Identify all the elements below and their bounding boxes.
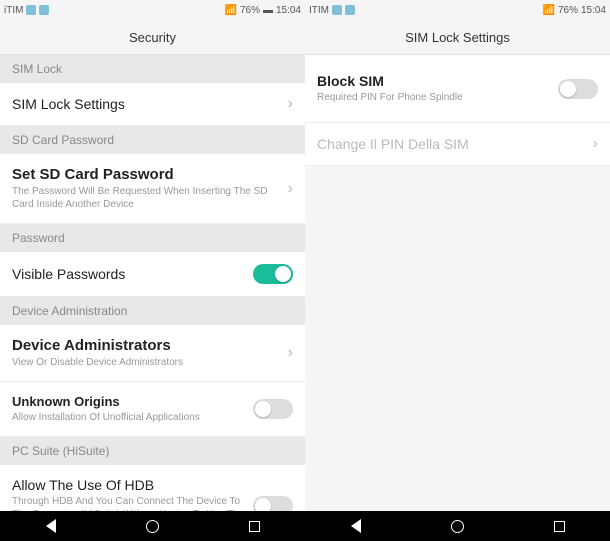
section-password: Password: [0, 224, 305, 252]
status-bar: iTIM 📶 76% ▬ 15:04: [0, 0, 305, 20]
clock: 15:04: [581, 5, 606, 16]
row-sim-lock-settings[interactable]: SIM Lock Settings ›: [0, 83, 305, 126]
chevron-right-icon: ›: [280, 344, 293, 362]
toggle-unknown-origins[interactable]: [253, 399, 293, 419]
chevron-right-icon: ›: [280, 180, 293, 198]
app-icon: [26, 5, 36, 15]
app-icon: [332, 5, 342, 15]
toggle-allow-hdb[interactable]: [253, 496, 293, 512]
section-sd-card-password: SD Card Password: [0, 126, 305, 154]
toggle-visible-passwords[interactable]: [253, 264, 293, 284]
row-unknown-origins[interactable]: Unknown Origins Allow Installation Of Un…: [0, 382, 305, 437]
page-title: SIM Lock Settings: [305, 20, 610, 55]
section-device-admin: Device Administration: [0, 297, 305, 325]
chevron-right-icon: ›: [280, 95, 293, 113]
section-pc-suite: PC Suite (HiSuite): [0, 437, 305, 465]
android-navbar: [0, 511, 610, 541]
security-screen: iTIM 📶 76% ▬ 15:04 Security SIM Lock SIM…: [0, 0, 305, 511]
battery-pct: 76%: [558, 5, 578, 16]
status-bar: ITIM 📶 76% 15:04: [305, 0, 610, 20]
row-visible-passwords[interactable]: Visible Passwords: [0, 252, 305, 297]
signal-icon: 📶: [225, 5, 237, 16]
app-icon: [39, 5, 49, 15]
nav-recent[interactable]: [246, 518, 262, 534]
nav-recent[interactable]: [551, 518, 567, 534]
app-icon: [345, 5, 355, 15]
toggle-block-sim[interactable]: [558, 79, 598, 99]
row-change-sim-pin: Change Il PIN Della SIM ›: [305, 123, 610, 166]
nav-back[interactable]: [348, 518, 364, 534]
row-device-administrators[interactable]: Device Administrators View Or Disable De…: [0, 325, 305, 382]
chevron-right-icon: ›: [585, 135, 598, 153]
nav-back[interactable]: [43, 518, 59, 534]
section-sim-lock: SIM Lock: [0, 55, 305, 83]
page-title: Security: [0, 20, 305, 55]
carrier-label: ITIM: [309, 5, 329, 16]
battery-pct: 76%: [240, 5, 260, 16]
row-allow-hdb[interactable]: Allow The Use Of HDB Through HDB And You…: [0, 465, 305, 511]
battery-icon: ▬: [263, 5, 273, 16]
sim-lock-settings-screen: ITIM 📶 76% 15:04 SIM Lock Settings Block…: [305, 0, 610, 511]
clock: 15:04: [276, 5, 301, 16]
signal-icon: 📶: [543, 5, 555, 16]
row-set-sd-password[interactable]: Set SD Card Password The Password Will B…: [0, 154, 305, 224]
carrier-label: iTIM: [4, 5, 23, 16]
nav-home[interactable]: [144, 518, 160, 534]
nav-home[interactable]: [449, 518, 465, 534]
row-block-sim[interactable]: Block SIM Required PIN For Phone Spindle: [305, 55, 610, 123]
